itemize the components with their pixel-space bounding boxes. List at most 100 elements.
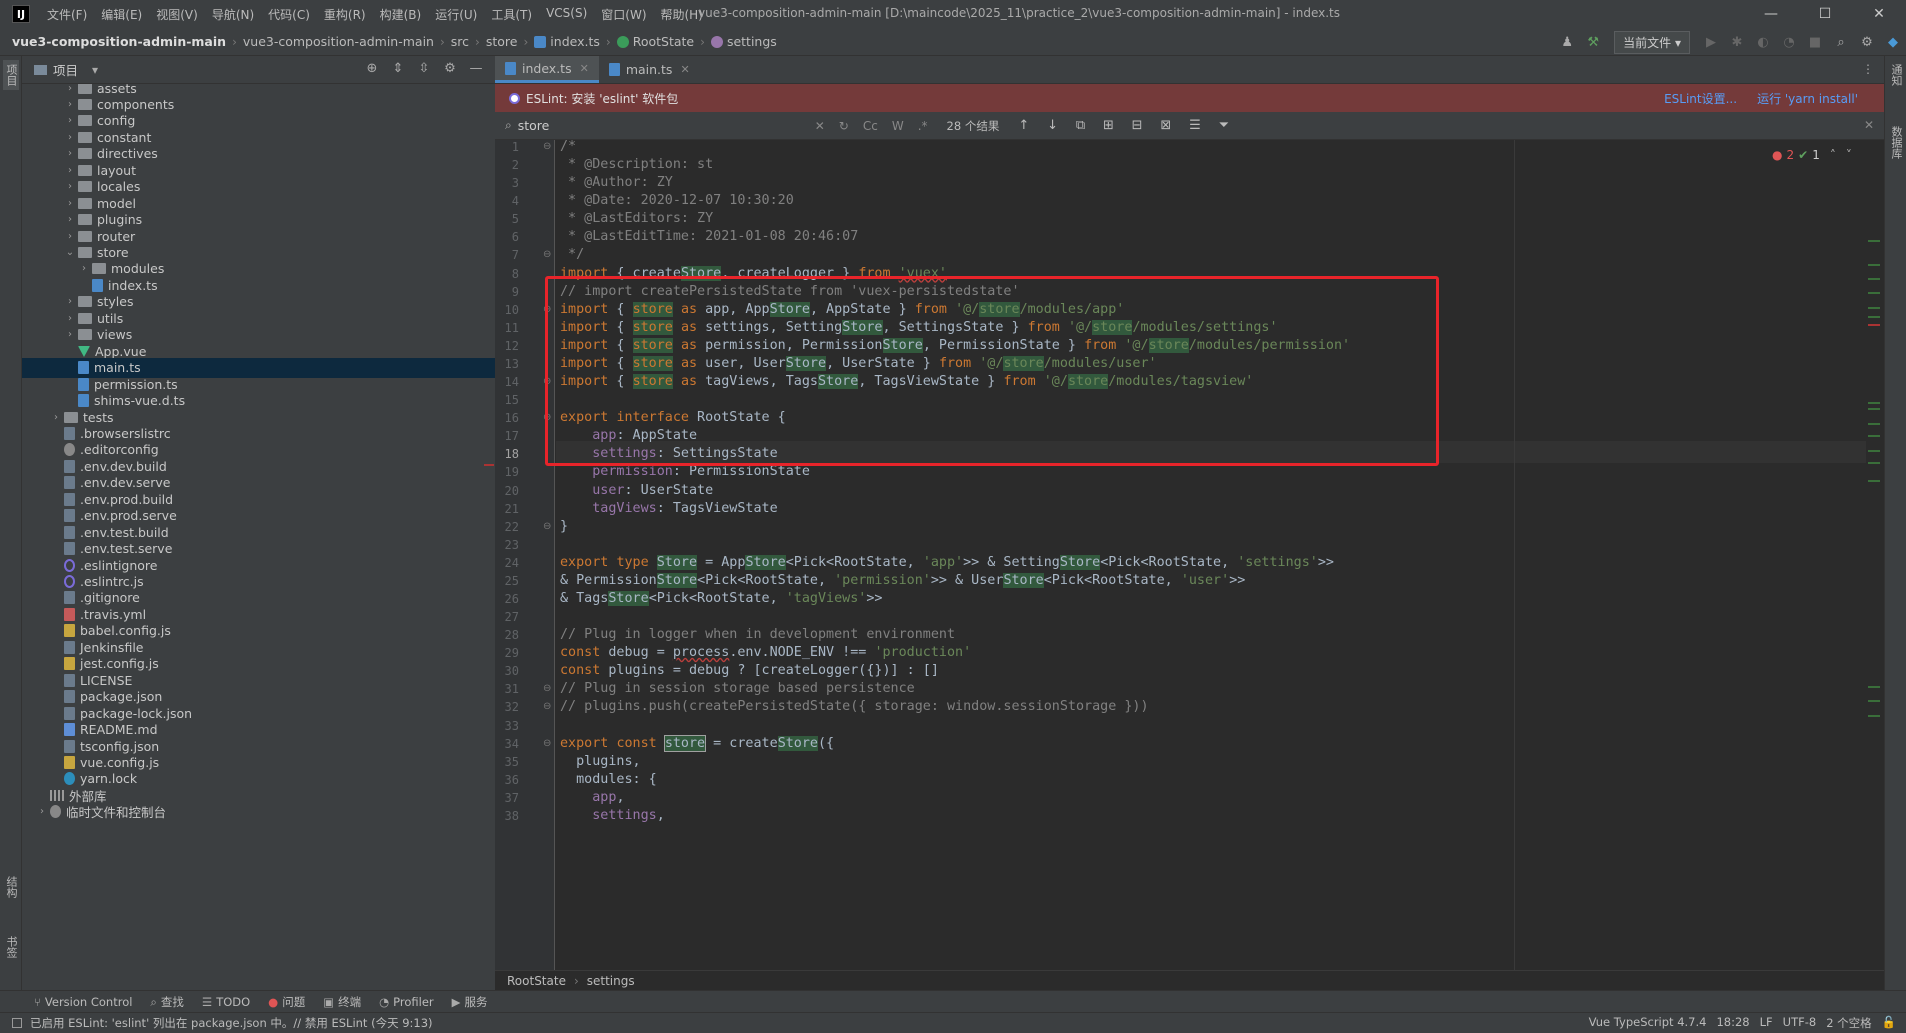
lock-icon[interactable]: 🔓	[1882, 1015, 1896, 1031]
menu-item[interactable]: 窗口(W)	[594, 6, 653, 23]
fold-icon[interactable]: ⊖	[543, 141, 551, 152]
tree-file[interactable]: › 临时文件和控制台	[22, 802, 495, 822]
chevron-down-icon[interactable]: ˅	[1846, 148, 1852, 162]
menu-item[interactable]: 导航(N)	[205, 6, 261, 23]
nav-crumb-interface[interactable]: RootState	[616, 34, 694, 49]
whole-words-toggle[interactable]: W	[892, 119, 904, 133]
breadcrumb-settings[interactable]: settings	[587, 974, 635, 988]
run-yarn-install-link[interactable]: 运行 'yarn install'	[1757, 90, 1858, 107]
run-config-dropdown[interactable]: 当前文件 ▾	[1614, 30, 1690, 54]
expand-arrow-icon[interactable]: ›	[64, 115, 76, 126]
menu-item[interactable]: 工具(T)	[484, 6, 539, 23]
eslint-settings-link[interactable]: ESLint设置...	[1664, 90, 1737, 107]
fold-icon[interactable]: ⊖	[543, 521, 551, 532]
expand-arrow-icon[interactable]: ›	[64, 313, 76, 324]
search-everywhere-icon[interactable]: ⌕	[1828, 35, 1854, 50]
nav-crumb-file[interactable]: index.ts	[534, 34, 600, 49]
ide-update-icon[interactable]: ◆	[1880, 35, 1906, 50]
collapse-all-icon[interactable]: ⇳	[411, 61, 437, 76]
status-toggle-icon[interactable]	[12, 1018, 22, 1028]
close-find-icon[interactable]: ✕	[1864, 118, 1874, 132]
expand-all-icon[interactable]: ⇕	[385, 61, 411, 76]
match-case-toggle[interactable]: Cc	[863, 119, 878, 133]
nav-crumb-store[interactable]: store	[486, 34, 518, 49]
menu-item[interactable]: 文件(F)	[40, 6, 94, 23]
services-tab[interactable]: ▶ 服务	[452, 994, 488, 1010]
settings-gear-icon[interactable]: ⚙	[1854, 35, 1880, 50]
tab-main-ts[interactable]: main.ts ✕	[599, 56, 700, 83]
fold-icon[interactable]: ⊖	[543, 683, 551, 694]
options-gear-icon[interactable]: ⚙	[437, 61, 463, 76]
caret-position[interactable]: 18:28	[1716, 1015, 1749, 1031]
close-tab-icon[interactable]: ✕	[680, 63, 689, 76]
menu-item[interactable]: 构建(B)	[373, 6, 429, 23]
expand-arrow-icon[interactable]: ⌄	[64, 247, 76, 258]
next-occurrence-icon[interactable]: ↓	[1047, 118, 1058, 133]
editor-scrollbar[interactable]	[1866, 140, 1884, 970]
coverage-icon[interactable]: ◐	[1750, 35, 1776, 50]
search-icon[interactable]: ⌕	[505, 118, 512, 133]
minimize-icon[interactable]: —	[1744, 0, 1798, 28]
chevron-up-icon[interactable]: ˄	[1830, 148, 1836, 162]
notifications-tool-tab[interactable]: 通知	[1888, 64, 1904, 86]
debug-icon[interactable]: ✱	[1724, 35, 1750, 50]
expand-arrow-icon[interactable]: ›	[78, 263, 90, 274]
menu-item[interactable]: VCS(S)	[539, 6, 594, 23]
expand-arrow-icon[interactable]: ›	[64, 99, 76, 110]
expand-arrow-icon[interactable]: ›	[64, 198, 76, 209]
inspection-widget[interactable]: ● 2 ✔ 1 ˄ ˅	[1772, 148, 1852, 162]
regex-toggle[interactable]: .*	[918, 119, 928, 133]
search-history-icon[interactable]: ↻	[839, 119, 849, 133]
profiler-tab[interactable]: ◔ Profiler	[379, 995, 434, 1009]
menu-item[interactable]: 代码(C)	[261, 6, 317, 23]
expand-arrow-icon[interactable]: ›	[64, 214, 76, 225]
nav-crumb-folder[interactable]: vue3-composition-admin-main	[243, 34, 434, 49]
more-tabs-icon[interactable]: ⋮	[1862, 62, 1874, 76]
code-editor[interactable]: /* * @Description: st * @Author: ZY * @D…	[556, 140, 1866, 970]
run-icon[interactable]: ▶	[1698, 35, 1724, 50]
indent-setting[interactable]: 2 个空格	[1826, 1015, 1871, 1031]
expand-arrow-icon[interactable]: ›	[64, 231, 76, 242]
structure-tool-tab[interactable]: 结构	[3, 876, 19, 898]
hide-panel-icon[interactable]: —	[463, 61, 489, 76]
language-service[interactable]: Vue TypeScript 4.7.4	[1589, 1015, 1707, 1031]
terminal-tab[interactable]: ▣ 终端	[323, 994, 361, 1010]
expand-arrow-icon[interactable]: ›	[64, 296, 76, 307]
breadcrumb-rootstate[interactable]: RootState	[507, 974, 566, 988]
fold-icon[interactable]: ⊖	[543, 701, 551, 712]
line-separator[interactable]: LF	[1760, 1015, 1773, 1031]
version-control-tab[interactable]: ⑂ Version Control	[34, 995, 132, 1009]
intellij-logo-icon[interactable]: IJ	[12, 5, 30, 23]
user-icon[interactable]: ♟	[1554, 35, 1580, 50]
maximize-icon[interactable]: ☐	[1798, 0, 1852, 28]
add-selection-icon[interactable]: ⊞	[1103, 118, 1114, 133]
search-input[interactable]: store	[518, 118, 808, 133]
fold-icon[interactable]: ⊖	[543, 738, 551, 749]
expand-arrow-icon[interactable]: ›	[50, 412, 62, 423]
find-tab[interactable]: ⌕ 查找	[150, 994, 183, 1010]
prev-occurrence-icon[interactable]: ↑	[1018, 118, 1029, 133]
profile-icon[interactable]: ◔	[1776, 35, 1802, 50]
select-all-occurrences-icon[interactable]: ⧉	[1076, 118, 1085, 133]
stop-icon[interactable]: ■	[1802, 35, 1828, 50]
expand-arrow-icon[interactable]: ›	[64, 329, 76, 340]
nav-crumb-project[interactable]: vue3-composition-admin-main	[12, 34, 226, 49]
locate-file-icon[interactable]: ⊕	[359, 61, 385, 76]
menu-item[interactable]: 编辑(E)	[94, 6, 149, 23]
project-tool-tab[interactable]: 项目	[3, 60, 19, 90]
expand-arrow-icon[interactable]: ›	[64, 132, 76, 143]
nav-crumb-property[interactable]: settings	[710, 34, 777, 49]
expand-arrow-icon[interactable]: ›	[36, 806, 48, 817]
menu-item[interactable]: 重构(R)	[317, 6, 373, 23]
build-hammer-icon[interactable]: ⚒	[1580, 35, 1606, 50]
problems-tab[interactable]: ● 问题	[268, 994, 305, 1010]
tab-index-ts[interactable]: index.ts ✕	[495, 56, 599, 83]
clear-search-icon[interactable]: ✕	[815, 119, 825, 133]
nav-crumb-src[interactable]: src	[451, 34, 469, 49]
close-icon[interactable]: ✕	[1852, 0, 1906, 28]
fold-icon[interactable]: ⊖	[543, 249, 551, 260]
close-tab-icon[interactable]: ✕	[580, 62, 589, 75]
todo-tab[interactable]: ☰ TODO	[202, 995, 250, 1009]
multiline-icon[interactable]: ☰	[1189, 118, 1201, 133]
database-tool-tab[interactable]: 数据库	[1888, 126, 1904, 159]
